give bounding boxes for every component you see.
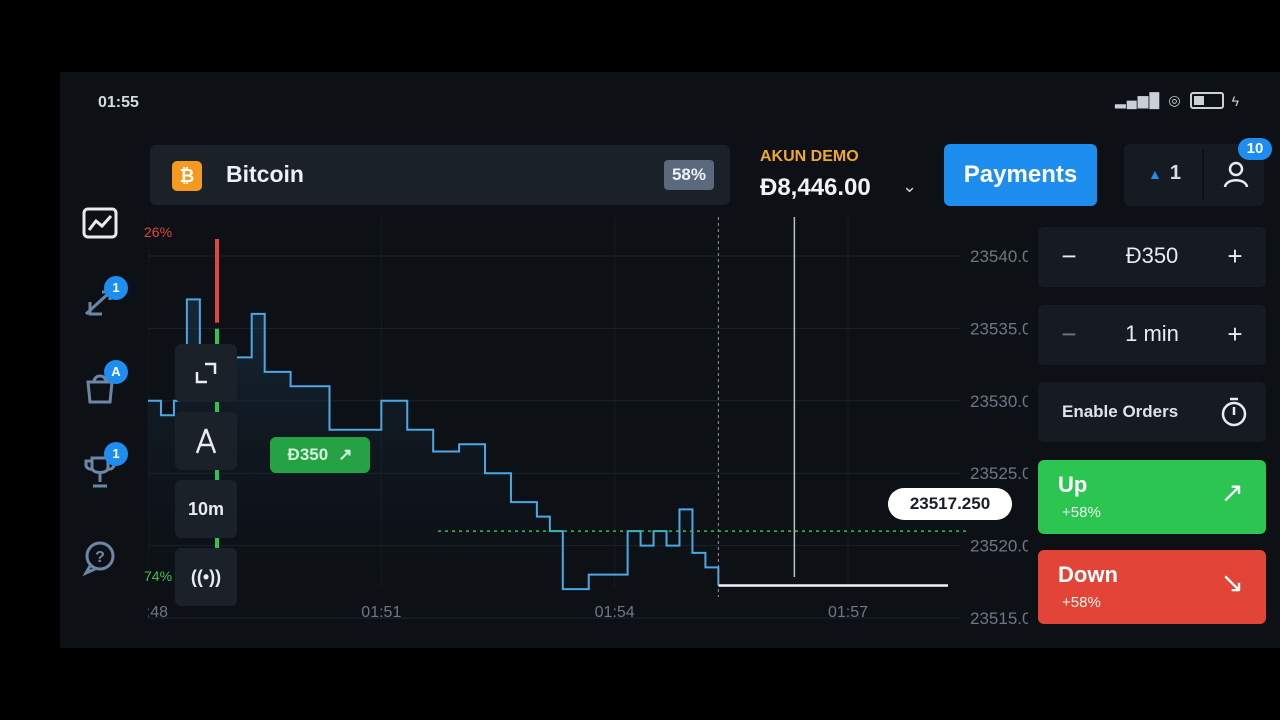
- y-tick-label: 23540.000: [970, 247, 1028, 266]
- trading-screen: 01:55 ▂▄▆█ ◎ ϟ ₿ Bitcoin 58% AKUN DEMO Ð…: [60, 72, 1280, 648]
- account-label: AKUN DEMO: [760, 148, 859, 165]
- up-payout: +58%: [1062, 504, 1101, 521]
- arrow-up-right-icon: ↗: [338, 445, 353, 464]
- fullscreen-button[interactable]: [175, 344, 237, 402]
- broadcast-icon: ((•)): [190, 566, 222, 587]
- help-icon[interactable]: ?: [80, 538, 120, 578]
- sentiment-down-pct: 74%: [144, 568, 173, 584]
- enable-orders-button[interactable]: Enable Orders: [1038, 382, 1266, 442]
- current-price-tag: 23517.250: [888, 488, 1012, 520]
- y-tick-label: 23515.000: [970, 609, 1028, 628]
- y-tick-label: 23525.000: [970, 464, 1028, 483]
- online-count-value: 1: [1169, 162, 1181, 184]
- trophy-badge: 1: [104, 442, 128, 466]
- status-time: 01:55: [98, 94, 139, 111]
- user-icon[interactable]: [1220, 158, 1252, 190]
- divider: [1202, 150, 1204, 200]
- online-count[interactable]: ▲ 1: [1148, 162, 1181, 185]
- chevron-down-icon[interactable]: ⌄: [902, 176, 917, 197]
- triangle-up-icon: ▲: [1148, 166, 1162, 182]
- drawing-tools-button[interactable]: [175, 412, 237, 470]
- arrow-up-right-icon: ↗: [1220, 477, 1244, 508]
- notification-badge: 10: [1238, 138, 1272, 160]
- x-tick-label: 01:48: [148, 604, 168, 621]
- timeframe-button[interactable]: 10m: [175, 480, 237, 538]
- asset-name: Bitcoin: [226, 161, 304, 187]
- y-tick-label: 23520.000: [970, 537, 1028, 556]
- open-trade-tag[interactable]: Ð350 ↗: [270, 437, 370, 473]
- market-badge: A: [104, 360, 128, 384]
- asset-selector[interactable]: ₿ Bitcoin 58%: [150, 145, 730, 205]
- amount-control: − Ð350 +: [1038, 227, 1266, 287]
- x-tick-label: 01:51: [361, 604, 401, 621]
- charging-icon: ϟ: [1231, 92, 1240, 109]
- x-tick-label: 01:57: [828, 604, 868, 621]
- timer-icon: [1221, 397, 1247, 427]
- signals-button[interactable]: ((•)): [175, 548, 237, 606]
- alarm-icon: ◎: [1168, 92, 1182, 108]
- trades-badge: 1: [104, 276, 128, 300]
- sentiment-up-pct: 26%: [144, 224, 173, 240]
- asset-payout-badge: 58%: [663, 160, 714, 190]
- trade-amount: Ð350: [287, 445, 329, 464]
- svg-text:?: ?: [95, 549, 105, 566]
- price-chart[interactable]: 23540.000 23535.000 23530.000 23525.000 2352…: [148, 217, 1028, 637]
- duration-control: − 1 min +: [1038, 305, 1266, 365]
- expand-icon: [195, 362, 217, 384]
- chart-icon[interactable]: [80, 204, 120, 244]
- y-tick-label: 23535.000: [970, 319, 1028, 338]
- up-button[interactable]: Up +58% ↗: [1038, 460, 1266, 534]
- bitcoin-icon: ₿: [172, 161, 202, 191]
- down-label: Down: [1058, 562, 1118, 587]
- plus-button[interactable]: +: [1220, 241, 1250, 272]
- compass-icon: [195, 428, 217, 454]
- y-tick-label: 23530.000: [970, 392, 1028, 411]
- payments-button[interactable]: Payments: [944, 144, 1097, 206]
- account-balance[interactable]: Ð8,446.00: [760, 174, 871, 202]
- down-payout: +58%: [1062, 594, 1101, 611]
- duration-plus-button[interactable]: +: [1220, 319, 1250, 350]
- up-label: Up: [1058, 472, 1088, 497]
- x-tick-label: 01:54: [595, 604, 635, 621]
- sentiment-up-bar: [215, 239, 219, 323]
- signal-icon: ▂▄▆█: [1114, 92, 1161, 108]
- battery-icon: [1189, 92, 1224, 109]
- down-button[interactable]: Down +58% ↘: [1038, 550, 1266, 624]
- arrow-down-right-icon: ↘: [1220, 567, 1244, 598]
- enable-orders-label: Enable Orders: [1062, 402, 1179, 421]
- status-icons: ▂▄▆█ ◎ ϟ: [1115, 92, 1240, 109]
